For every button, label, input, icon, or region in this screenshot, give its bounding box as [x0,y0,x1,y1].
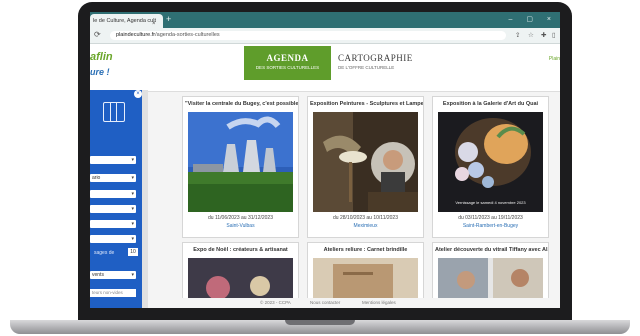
url-field[interactable]: plaindeculture.fr/agenda-sorties-culture… [110,31,506,40]
close-icon[interactable]: × [152,17,156,28]
chevron-down-icon: ▾ [131,221,134,227]
event-card[interactable]: Exposition à la Galerie d'Art du Quai Ve… [432,96,549,238]
filter-select-5[interactable]: ▾ [90,220,136,228]
site-footer: © 2023 - CCPA Nous contacter Mentions lé… [148,298,560,308]
event-title[interactable]: Ateliers reliure : Carnet brindille [308,247,423,253]
browser-tab[interactable]: le de Culture, Agenda cult × [90,14,163,28]
filter-sidebar: × ▾ ario ▾ ▾ ▾ ▾ ▾ sages de 10 vents ▾ teu… [90,90,142,308]
nav-carto-title: CARTOGRAPHIE [338,53,413,63]
event-place-link[interactable]: Saint-Rambert-en-Bugey [433,223,548,229]
items-per-page-input[interactable]: 10 [128,248,138,256]
chevron-down-icon: ▾ [131,175,134,181]
filter-select-events[interactable]: vents ▾ [90,271,136,279]
laptop-notch [285,320,355,325]
map-icon[interactable] [103,102,125,122]
event-image-lamp-artist[interactable] [313,112,418,212]
address-bar: ⟳ plaindeculture.fr/agenda-sorties-cultu… [90,28,560,44]
footer-copyright: © 2023 - CCPA [260,300,291,305]
extensions-icon[interactable]: ✚ [541,31,546,39]
event-image-painting[interactable]: Vernissage le samedi 4 novembre 2023 [438,112,543,212]
event-dates: du 28/10/2023 au 10/11/2023 [333,215,398,221]
footer-contact-link[interactable]: Nous contacter [310,300,340,305]
sidebar-scroll-track[interactable] [142,90,148,308]
event-card[interactable]: "Visiter la centrale du Bugey, c'est pos… [182,96,299,238]
window-controls[interactable]: – ▢ × [509,15,557,23]
new-tab-icon[interactable]: + [166,14,171,24]
url-path: /agenda-sorties-culturelles [155,32,220,38]
partner-logo[interactable]: Plain [549,56,560,62]
nav-cartographie-button[interactable]: CARTOGRAPHIE DE L'OFFRE CULTURELLE [338,46,438,80]
event-image-power-plant[interactable] [188,112,293,212]
event-dates: du 11/06/2023 au 31/12/2023 [208,215,273,221]
event-card[interactable]: Expo de Noël : créateurs & artisanat [182,242,299,304]
event-place-link[interactable]: Meximieux [308,223,423,229]
filter-select-4[interactable]: ▾ [90,205,136,213]
event-title[interactable]: "Visiter la centrale du Bugey, c'est pos… [183,101,298,107]
site-logo-line1[interactable]: aflin [90,51,113,63]
search-input[interactable]: teurs non-vides [90,289,136,297]
event-card[interactable]: Ateliers reliure : Carnet brindille [307,242,424,304]
chevron-down-icon: ▾ [131,236,134,242]
event-title[interactable]: Exposition à la Galerie d'Art du Quai [433,101,548,107]
chevron-down-icon: ▾ [131,157,134,163]
event-image-notebook[interactable] [313,258,418,303]
laptop-screen: le de Culture, Agenda cult × + – ▢ × ⟳ p… [90,12,560,308]
close-icon[interactable]: × [134,90,142,98]
filter-select-2[interactable]: ario ▾ [90,174,136,182]
browser-tab-bar: le de Culture, Agenda cult × + – ▢ × [90,12,560,28]
site-header: aflin ure ! AGENDA DES SORTIES CULTURELL… [90,44,560,92]
share-icon[interactable]: ⇪ [515,31,520,39]
nav-agenda-title: AGENDA [266,53,309,63]
event-card[interactable]: Atelier découverte du vitrail Tiffany av… [432,242,549,304]
reload-icon[interactable]: ⟳ [94,30,101,39]
event-title[interactable]: Exposition Peintures - Sculptures et Lam… [308,101,423,107]
event-image-christmas[interactable] [188,258,293,303]
chevron-down-icon: ▾ [131,191,134,197]
event-dates: du 03/11/2023 au 19/11/2023 [458,215,523,221]
items-per-page-label: sages de [94,250,115,256]
nav-agenda-button[interactable]: AGENDA DES SORTIES CULTURELLES [244,46,331,80]
nav-agenda-subtitle: DES SORTIES CULTURELLES [255,65,320,70]
event-image-stained-glass[interactable] [438,258,543,303]
event-place-link[interactable]: Saint-Vulbas [183,223,298,229]
url-domain: plaindeculture.fr [116,32,156,38]
footer-legal-link[interactable]: Mentions légales [362,300,396,305]
site-logo-line2[interactable]: ure ! [90,67,110,77]
filter-select-1[interactable]: ▾ [90,156,136,164]
filter-select-6[interactable]: ▾ [90,235,136,243]
event-card[interactable]: Exposition Peintures - Sculptures et Lam… [307,96,424,238]
chevron-down-icon: ▾ [131,206,134,212]
image-caption: Vernissage le samedi 4 novembre 2023 [455,200,526,205]
tab-title: le de Culture, Agenda cult [93,18,156,24]
event-title[interactable]: Atelier découverte du vitrail Tiffany av… [433,247,548,253]
chevron-down-icon: ▾ [131,272,134,278]
event-title[interactable]: Expo de Noël : créateurs & artisanat [183,247,298,253]
filter-select-3[interactable]: ▾ [90,190,136,198]
sidebar-toggle-icon[interactable]: ▯ [552,31,556,39]
star-icon[interactable]: ☆ [528,31,534,39]
nav-carto-subtitle: DE L'OFFRE CULTURELLE [338,65,395,70]
